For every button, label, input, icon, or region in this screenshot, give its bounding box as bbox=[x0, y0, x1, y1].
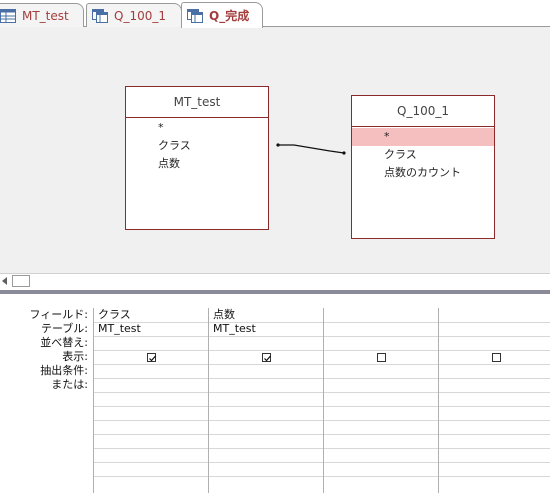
show-checkbox[interactable] bbox=[147, 353, 156, 362]
row-label-sort: 並べ替え: bbox=[40, 336, 88, 349]
row-label-criteria: 抽出条件: bbox=[40, 364, 88, 377]
field-item-class[interactable]: クラス bbox=[352, 146, 494, 164]
grid-column-1[interactable]: クラス MT_test bbox=[93, 308, 209, 493]
query-design-grid: フィールド: テーブル: 並べ替え: 表示: 抽出条件: または: クラス MT… bbox=[0, 294, 550, 493]
table-cell[interactable]: MT_test bbox=[98, 322, 141, 336]
tab-label: Q_100_1 bbox=[114, 8, 166, 23]
table-cell[interactable]: MT_test bbox=[213, 322, 256, 336]
field-item-all[interactable]: * bbox=[352, 128, 494, 146]
field-list-title[interactable]: Q_100_1 bbox=[352, 96, 494, 127]
field-list-q-100-1[interactable]: Q_100_1 * クラス 点数のカウント bbox=[351, 95, 495, 239]
document-tab-bar: MT_test Q_100_1 Q_完成 bbox=[0, 0, 550, 28]
field-list-title[interactable]: MT_test bbox=[126, 87, 268, 118]
grid-column-3[interactable] bbox=[323, 308, 439, 493]
field-cell[interactable]: 点数 bbox=[213, 308, 235, 322]
field-cell[interactable]: クラス bbox=[98, 308, 131, 322]
scroll-thumb[interactable] bbox=[12, 275, 30, 287]
grid-columns: クラス MT_test 点数 MT_test bbox=[93, 308, 550, 493]
field-item-all[interactable]: * bbox=[126, 119, 268, 137]
row-label-or: または: bbox=[51, 378, 88, 391]
field-item-class[interactable]: クラス bbox=[126, 137, 268, 155]
tab-q-100-1[interactable]: Q_100_1 bbox=[86, 3, 182, 27]
show-checkbox[interactable] bbox=[377, 353, 386, 362]
field-item-score[interactable]: 点数 bbox=[126, 155, 268, 173]
table-icon bbox=[0, 8, 16, 23]
query-icon bbox=[92, 8, 108, 23]
row-label-table: テーブル: bbox=[40, 322, 88, 335]
tab-label: Q_完成 bbox=[209, 9, 250, 23]
column-selector-bar[interactable] bbox=[93, 294, 550, 308]
show-checkbox[interactable] bbox=[262, 353, 271, 362]
tab-mt-test[interactable]: MT_test bbox=[0, 3, 84, 27]
horizontal-scrollbar[interactable] bbox=[0, 273, 550, 289]
row-label-show: 表示: bbox=[62, 350, 88, 363]
grid-row-labels: フィールド: テーブル: 並べ替え: 表示: 抽出条件: または: bbox=[0, 308, 90, 392]
show-checkbox[interactable] bbox=[492, 353, 501, 362]
field-item-score-count[interactable]: 点数のカウント bbox=[352, 164, 494, 182]
scroll-left-icon[interactable] bbox=[2, 277, 7, 285]
row-label-field: フィールド: bbox=[29, 308, 89, 321]
query-icon bbox=[187, 8, 203, 23]
field-list-mt-test[interactable]: MT_test * クラス 点数 bbox=[125, 86, 269, 230]
grid-column-4[interactable] bbox=[438, 308, 550, 493]
tab-q-kansei[interactable]: Q_完成 bbox=[181, 2, 263, 28]
tab-label: MT_test bbox=[22, 8, 69, 23]
query-design-pane[interactable]: MT_test * クラス 点数 Q_100_1 * クラス 点数のカウント bbox=[0, 27, 550, 273]
grid-column-2[interactable]: 点数 MT_test bbox=[208, 308, 324, 493]
